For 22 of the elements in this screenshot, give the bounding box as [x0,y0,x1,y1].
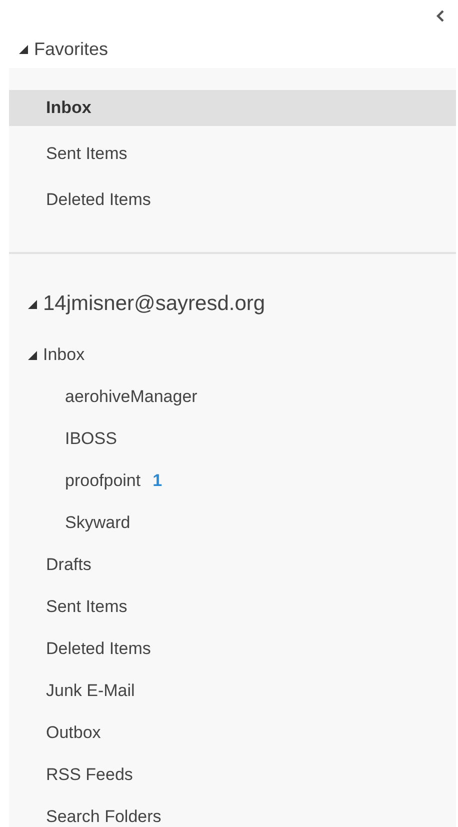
folder-item[interactable]: Junk E-Mail [46,681,135,701]
account-header[interactable]: 14jmisner@sayresd.org [43,292,266,316]
folder-item[interactable]: Inbox [43,345,85,365]
folder-item[interactable]: Drafts [46,555,92,575]
expanded-caret-icon[interactable] [28,300,37,308]
favorite-folder[interactable]: Inbox [9,90,456,126]
folder-item[interactable]: Deleted Items [46,639,151,659]
subfolder-item[interactable]: aerohiveManager [65,387,198,407]
favorite-folder[interactable]: Deleted Items [9,182,456,218]
favorite-folder[interactable]: Sent Items [9,136,456,172]
folder-item[interactable]: Search Folders [46,807,162,827]
expanded-caret-icon[interactable] [28,350,37,360]
subfolder-item[interactable]: IBOSS [65,429,117,449]
expanded-caret-icon[interactable] [19,44,28,54]
unread-count: 1 [152,471,162,491]
section-header[interactable]: Favorites [34,38,108,60]
folder-item[interactable]: Outbox [46,723,101,743]
folder-item[interactable]: RSS Feeds [46,765,133,785]
folder-item[interactable]: Sent Items [46,597,128,617]
collapse-chevron-icon[interactable] [436,10,444,22]
subfolder-item[interactable]: Skyward [65,513,130,533]
subfolder-item[interactable]: proofpoint [65,471,141,491]
